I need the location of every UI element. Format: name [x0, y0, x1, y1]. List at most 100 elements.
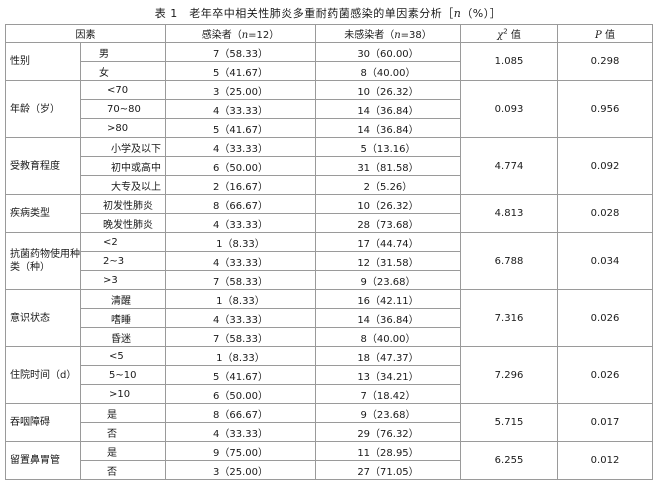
- table-row: 性别 男 7（58.33） 30（60.00） 1.085 0.298: [5, 42, 653, 81]
- header-infected-pre: 感染者（: [201, 30, 242, 41]
- level-cell: <2: [80, 232, 166, 252]
- p-value-cell: 0.012: [557, 441, 653, 480]
- chi2-value-cell: 7.296: [460, 346, 558, 404]
- level-label: 初中或高中: [111, 162, 161, 174]
- uninfected-value-cell: 14（36.84）: [315, 99, 461, 119]
- infected-value-cell: 7（58.33）: [165, 270, 316, 290]
- infected-value-cell: 7（58.33）: [165, 327, 316, 347]
- factor-cell: 抗菌药物使用种类（种）: [5, 232, 81, 290]
- infected-value-cell: 1（8.33）: [165, 232, 316, 252]
- header-uninfected-pre: 未感染者（: [344, 30, 395, 41]
- factor-cell: 年龄（岁）: [5, 80, 81, 138]
- level-label: <5: [109, 350, 124, 362]
- uninfected-value-cell: 27（71.05）: [315, 460, 461, 480]
- chi2-value-cell: 1.085: [460, 42, 558, 81]
- factor-cell: 意识状态: [5, 289, 81, 347]
- univariate-analysis-table: 因素 感染者（n=12） 未感染者（n=38） χ2 值 P 值 性别 男 7（58…: [5, 24, 653, 480]
- table-row: 受教育程度 小学及以下 4（33.33） 5（13.16） 4.774 0.092: [5, 137, 653, 195]
- infected-value-cell: 2（16.67）: [165, 175, 316, 195]
- level-label: 否: [107, 466, 117, 478]
- infected-value-cell: 4（33.33）: [165, 99, 316, 119]
- infected-value-cell: 5（41.67）: [165, 365, 316, 385]
- uninfected-value-cell: 17（44.74）: [315, 232, 461, 252]
- level-cell: 女: [80, 61, 166, 81]
- p-value-cell: 0.026: [557, 289, 653, 347]
- chi2-value-cell: 5.715: [460, 403, 558, 442]
- level-label: >10: [109, 388, 131, 400]
- infected-value-cell: 7（58.33）: [165, 42, 316, 62]
- p-value-cell: 0.017: [557, 403, 653, 442]
- header-infected-post: =12）: [248, 30, 280, 41]
- infected-value-cell: 3（25.00）: [165, 460, 316, 480]
- level-label: 是: [107, 447, 117, 459]
- table-row: 抗菌药物使用种类（种） <2 1（8.33） 17（44.74） 6.788 0.034: [5, 232, 653, 290]
- level-cell: 初中或高中: [80, 156, 166, 176]
- uninfected-value-cell: 7（18.42）: [315, 384, 461, 404]
- level-cell: 是: [80, 441, 166, 461]
- level-cell: >10: [80, 384, 166, 404]
- header-chi-post: 值: [507, 30, 521, 41]
- level-label: 晚发性肺炎: [103, 219, 153, 231]
- p-value-cell: 0.092: [557, 137, 653, 195]
- infected-value-cell: 6（50.00）: [165, 384, 316, 404]
- level-label: 小学及以下: [111, 143, 161, 155]
- p-value-cell: 0.034: [557, 232, 653, 290]
- level-cell: 否: [80, 422, 166, 442]
- uninfected-value-cell: 8（40.00）: [315, 327, 461, 347]
- level-cell: 否: [80, 460, 166, 480]
- level-label: 2~3: [103, 255, 125, 267]
- table-row: 留置鼻胃管 是 9（75.00） 11（28.95） 6.255 0.012: [5, 441, 653, 480]
- infected-value-cell: 4（33.33）: [165, 251, 316, 271]
- p-value-cell: 0.028: [557, 194, 653, 233]
- infected-value-cell: 3（25.00）: [165, 80, 316, 100]
- table-header-row: 因素 感染者（n=12） 未感染者（n=38） χ2 值 P 值: [5, 24, 653, 43]
- level-cell: 清醒: [80, 289, 166, 309]
- uninfected-value-cell: 13（34.21）: [315, 365, 461, 385]
- level-label: 5~10: [109, 369, 137, 381]
- uninfected-value-cell: 29（76.32）: [315, 422, 461, 442]
- header-factor: 因素: [5, 24, 166, 43]
- level-cell: 5~10: [80, 365, 166, 385]
- uninfected-value-cell: 2（5.26）: [315, 175, 461, 195]
- uninfected-value-cell: 30（60.00）: [315, 42, 461, 62]
- factor-cell: 吞咽障碍: [5, 403, 81, 442]
- infected-value-cell: 8（66.67）: [165, 194, 316, 214]
- level-label: 女: [99, 67, 109, 79]
- caption-suffix: （%）］: [461, 7, 502, 20]
- level-cell: 昏迷: [80, 327, 166, 347]
- chi2-value-cell: 6.788: [460, 232, 558, 290]
- uninfected-value-cell: 28（73.68）: [315, 213, 461, 233]
- infected-value-cell: 4（33.33）: [165, 137, 316, 157]
- caption-prefix: 表 1 老年卒中相关性肺炎多重耐药菌感染的单因素分析［: [154, 7, 454, 20]
- level-cell: 嗜睡: [80, 308, 166, 328]
- level-cell: 大专及以上: [80, 175, 166, 195]
- level-label: 昏迷: [111, 333, 131, 345]
- level-cell: 2~3: [80, 251, 166, 271]
- level-cell: >3: [80, 270, 166, 290]
- level-label: <2: [103, 236, 118, 248]
- uninfected-value-cell: 10（26.32）: [315, 80, 461, 100]
- infected-value-cell: 1（8.33）: [165, 346, 316, 366]
- header-p: P 值: [557, 24, 653, 43]
- level-label: 否: [107, 428, 117, 440]
- level-label: 嗜睡: [111, 314, 131, 326]
- level-cell: 是: [80, 403, 166, 423]
- chi2-value-cell: 4.813: [460, 194, 558, 233]
- uninfected-value-cell: 14（36.84）: [315, 308, 461, 328]
- level-cell: <5: [80, 346, 166, 366]
- level-label: 清醒: [111, 295, 131, 307]
- uninfected-value-cell: 14（36.84）: [315, 118, 461, 138]
- uninfected-value-cell: 11（28.95）: [315, 441, 461, 461]
- level-cell: 小学及以下: [80, 137, 166, 157]
- p-value-cell: 0.298: [557, 42, 653, 81]
- table-row: 意识状态 清醒 1（8.33） 16（42.11） 7.316 0.026: [5, 289, 653, 347]
- level-label: >80: [107, 122, 129, 134]
- level-label: 70~80: [107, 103, 141, 115]
- infected-value-cell: 6（50.00）: [165, 156, 316, 176]
- uninfected-value-cell: 12（31.58）: [315, 251, 461, 271]
- factor-cell: 留置鼻胃管: [5, 441, 81, 480]
- uninfected-value-cell: 5（13.16）: [315, 137, 461, 157]
- table-body: 性别男 7（58.33） 30（60.00） 1.085 0.298 女 5（41.67） 8…: [5, 42, 653, 480]
- table-row: 年龄（岁） <70 3（25.00） 10（26.32） 0.093 0.956: [5, 80, 653, 138]
- infected-value-cell: 4（33.33）: [165, 422, 316, 442]
